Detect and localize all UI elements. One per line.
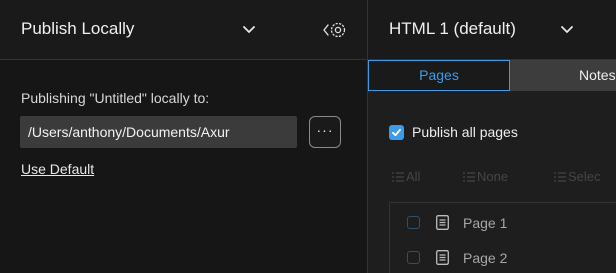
page-label: Page 2 [463,249,508,266]
publish-locally-header: Publish Locally [0,0,367,60]
page-list-item[interactable]: Page 2 [390,243,507,272]
html-config-title[interactable]: HTML 1 (default) [389,19,516,39]
page-icon [436,215,449,230]
list-icon [463,171,475,182]
select-all-label: All [406,169,421,184]
config-tabs: Pages Notes [368,60,616,91]
select-selected-label: Selec [568,169,601,184]
publish-all-pages-checkbox[interactable]: Publish all pages [389,123,518,141]
html-config-header: HTML 1 (default) [368,0,616,60]
select-selected-button[interactable]: Selec [554,169,601,184]
page-checkbox[interactable] [407,216,420,229]
chevron-down-icon[interactable] [240,22,258,36]
html-config-panel: HTML 1 (default) Pages Notes Publish all… [368,0,616,273]
select-none-button[interactable]: None [463,169,508,184]
tab-notes[interactable]: Notes [510,60,616,91]
page-label: Page 1 [463,214,508,231]
page-checkbox[interactable] [407,251,420,264]
page-icon [436,250,449,265]
tab-pages[interactable]: Pages [368,60,510,91]
page-list-item[interactable]: Page 1 [390,208,507,237]
page-list: Page 1 Page 2 [389,202,616,273]
chevron-down-icon[interactable] [558,22,576,36]
publish-path-field[interactable]: /Users/anthony/Documents/Axur [20,116,297,148]
use-default-link[interactable]: Use Default [21,161,94,177]
list-icon [392,171,404,182]
publish-locally-panel: Publish Locally Publishing "Untitled" lo… [0,0,367,273]
select-all-button[interactable]: All [392,169,420,184]
publish-all-pages-label: Publish all pages [412,124,518,140]
checkbox-checked-icon[interactable] [389,124,404,140]
select-none-label: None [477,169,509,184]
publish-locally-title: Publish Locally [21,19,135,38]
publishing-location-label: Publishing "Untitled" locally to: [21,90,210,106]
browse-folder-button[interactable]: ··· [309,116,341,148]
list-icon [554,171,566,182]
gear-icon[interactable] [323,19,347,41]
